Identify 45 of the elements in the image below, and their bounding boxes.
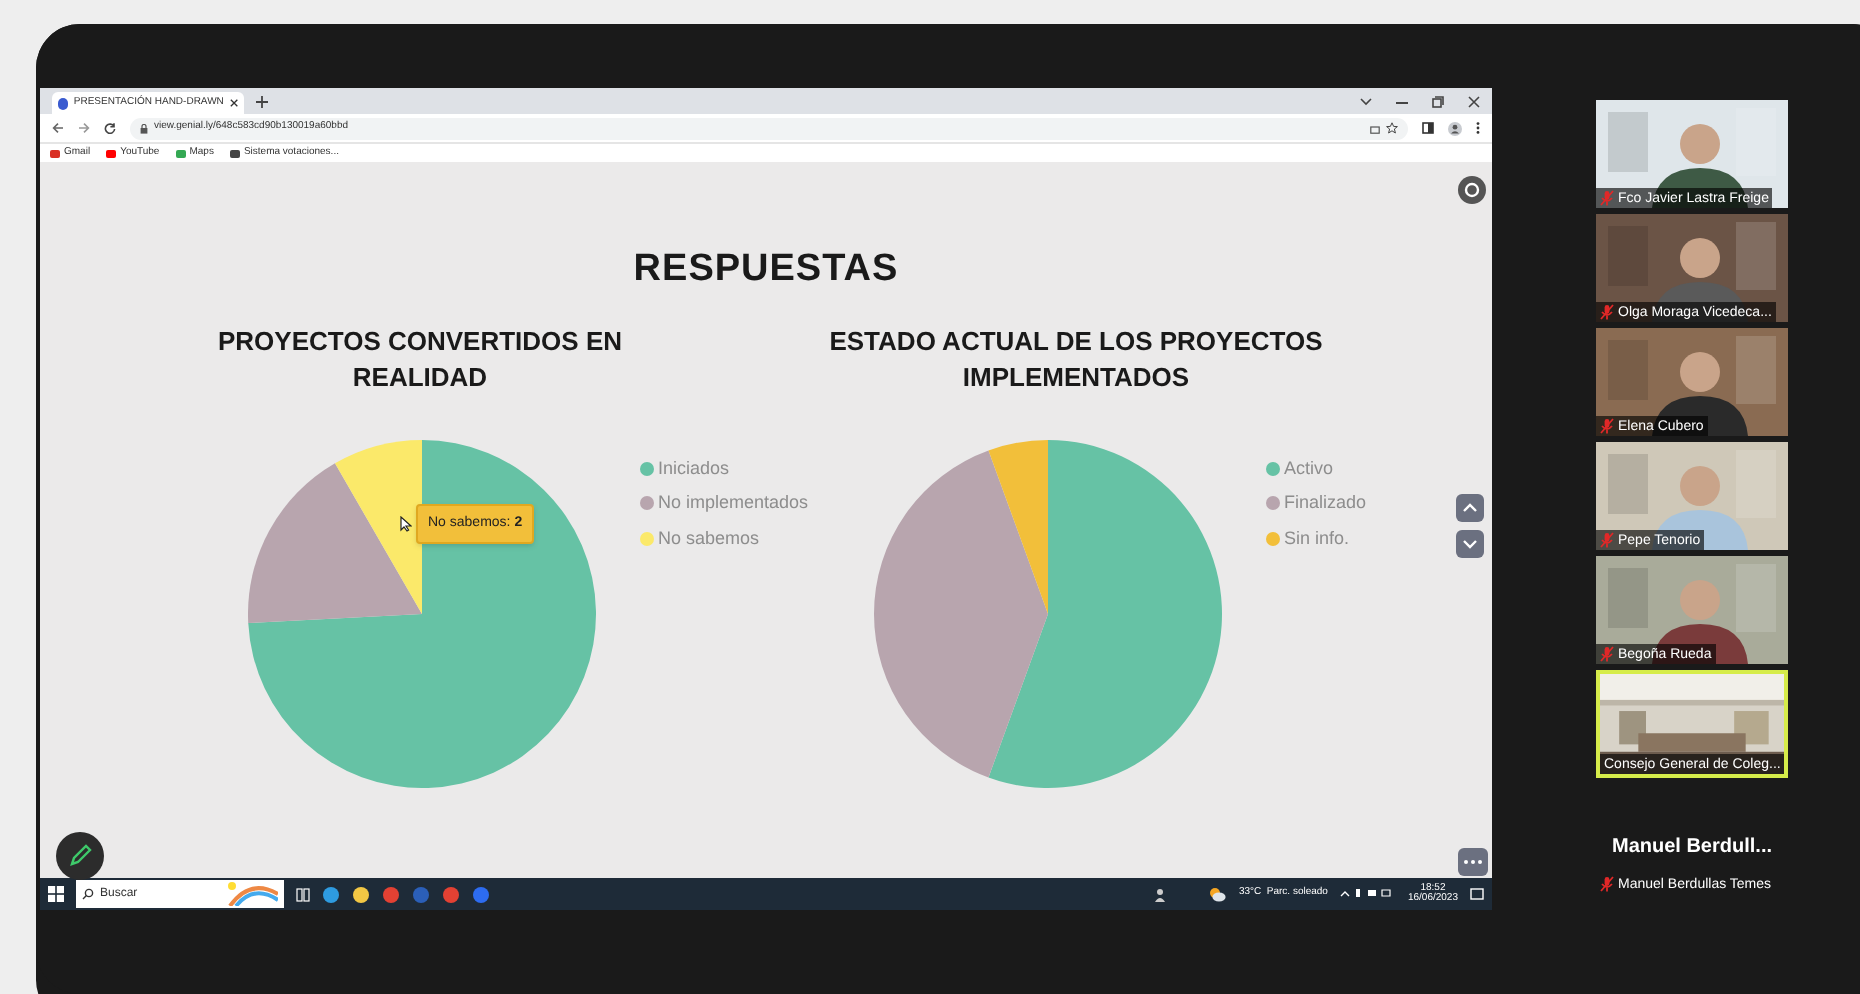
close-icon[interactable] xyxy=(229,98,238,108)
weather-icon xyxy=(1208,886,1227,902)
muted-mic-icon xyxy=(1600,304,1614,320)
search-icon xyxy=(82,888,94,900)
more-icon[interactable] xyxy=(1458,848,1488,876)
legend-label: Finalizado xyxy=(1284,490,1367,516)
side-panel-icon[interactable] xyxy=(1422,122,1434,134)
muted-mic-icon xyxy=(1600,418,1614,434)
person-icon[interactable] xyxy=(1154,887,1169,901)
legend-label: Activo xyxy=(1284,455,1334,481)
chart-title: PROYECTOS CONVERTIDOS EN REALIDAD xyxy=(215,323,624,395)
windows-icon[interactable] xyxy=(48,886,64,902)
cursor-icon xyxy=(400,515,412,531)
legend-label: Iniciados xyxy=(658,455,730,481)
reload-icon[interactable] xyxy=(104,122,116,134)
chevron-down-icon[interactable] xyxy=(1360,98,1372,106)
legend-label: No sabemos xyxy=(658,525,760,551)
star-icon[interactable] xyxy=(1386,122,1398,134)
muted-mic-icon xyxy=(1600,646,1614,662)
pencil-icon[interactable] xyxy=(56,832,104,880)
site-icon xyxy=(58,97,68,109)
slide-title: RESPUESTAS xyxy=(631,246,901,294)
restore-icon[interactable] xyxy=(1432,96,1444,108)
chart-title: ESTADO ACTUAL DE LOS PROYECTOS IMPLEMENTADOS xyxy=(827,323,1325,395)
participant-display-name: Manuel Berdull... xyxy=(1611,834,1772,862)
close-icon[interactable] xyxy=(1468,96,1480,108)
fullscreen-icon[interactable] xyxy=(1458,176,1486,204)
minimize-icon[interactable] xyxy=(1396,101,1408,103)
scroll-up-icon[interactable] xyxy=(1456,494,1484,522)
rainbow-icon xyxy=(226,882,278,906)
task-view-icon[interactable] xyxy=(296,887,310,901)
tray-icons-drawing[interactable] xyxy=(1339,888,1396,900)
legend-label: Sin info. xyxy=(1284,525,1350,551)
share-icon[interactable] xyxy=(1370,123,1380,133)
muted-mic-icon xyxy=(1600,190,1614,206)
lock-icon xyxy=(140,123,148,133)
forward-icon[interactable] xyxy=(78,122,90,134)
legend-label: No implementados xyxy=(658,490,809,516)
scroll-down-icon[interactable] xyxy=(1456,530,1484,558)
back-icon[interactable] xyxy=(52,122,64,134)
muted-mic-icon xyxy=(1600,532,1614,548)
muted-mic-icon xyxy=(1600,876,1614,892)
notification-icon[interactable] xyxy=(1470,887,1484,901)
new-tab-icon[interactable] xyxy=(256,96,268,108)
profile-icon[interactable] xyxy=(1448,121,1462,135)
